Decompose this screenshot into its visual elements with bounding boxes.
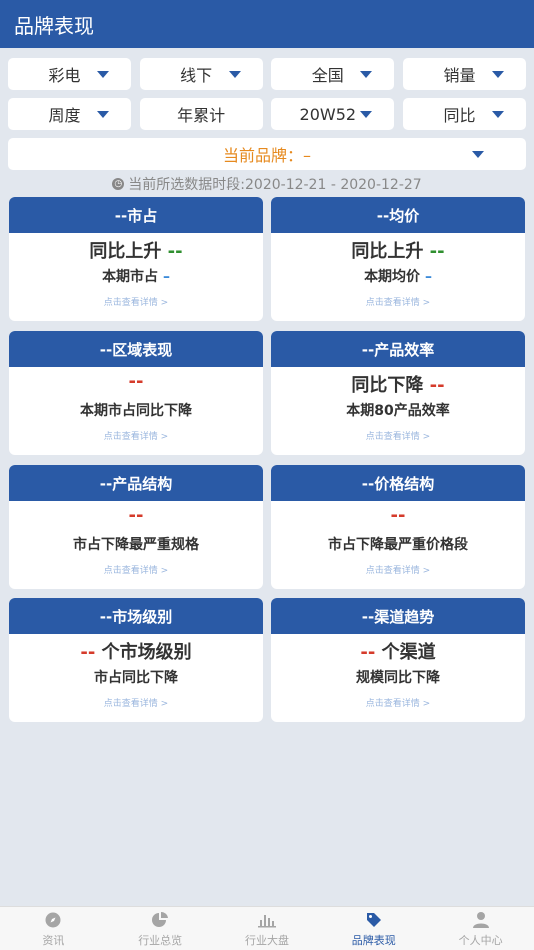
- metric-card[interactable]: --产品结构 -- 市占下降最严重规格点击查看详情 >: [9, 465, 263, 589]
- comparison-select[interactable]: 同比: [402, 98, 526, 130]
- card-headline: --: [128, 371, 144, 392]
- metric-card[interactable]: --价格结构 -- 市占下降最严重价格段点击查看详情 >: [271, 465, 525, 589]
- view-details-link[interactable]: 点击查看详情 >: [9, 563, 263, 576]
- period-info: ◷ 当前所选数据时段:2020-12-21 - 2020-12-27: [0, 174, 534, 194]
- card-title: --均价: [271, 197, 525, 233]
- card-headline: --: [390, 505, 406, 526]
- user-icon: [471, 910, 491, 930]
- card-subtitle: 本期市占同比下降: [80, 403, 192, 419]
- card-title: --产品结构: [9, 465, 263, 501]
- card-title: --渠道趋势: [271, 598, 525, 634]
- view-details-link[interactable]: 点击查看详情 >: [271, 563, 525, 576]
- tab-news[interactable]: 资讯: [0, 907, 107, 950]
- view-details-link[interactable]: 点击查看详情 >: [271, 429, 525, 442]
- dropdown-caret-icon: [491, 111, 504, 118]
- card-title: --区域表现: [9, 331, 263, 367]
- metric-select[interactable]: 销量: [402, 58, 526, 90]
- bottom-tab-bar: 资讯 行业总览 行业大盘 品牌表现 个人中心: [0, 906, 534, 950]
- metric-card[interactable]: --市占同比上升 -- 本期市占 – 点击查看详情 >: [9, 197, 263, 321]
- compass-icon: [43, 910, 63, 930]
- view-details-link[interactable]: 点击查看详情 >: [271, 295, 525, 308]
- metric-card[interactable]: --产品效率同比下降 -- 本期80产品效率点击查看详情 >: [271, 331, 525, 455]
- metric-card[interactable]: --区域表现 -- 本期市占同比下降点击查看详情 >: [9, 331, 263, 455]
- ytd-button[interactable]: 年累计: [139, 98, 263, 130]
- filter-panel: 彩电 线下 全国 销量 周度 年累计 20W52 同比: [8, 58, 526, 138]
- card-subtitle: 规模同比下降: [356, 670, 440, 686]
- card-title: --市占: [9, 197, 263, 233]
- metric-card[interactable]: --渠道趋势 -- 个渠道规模同比下降点击查看详情 >: [271, 598, 525, 722]
- card-headline: -- 个渠道: [360, 642, 436, 663]
- card-subtitle: 本期均价 –: [364, 269, 432, 285]
- card-subtitle: 市占下降最严重价格段: [328, 537, 468, 553]
- card-title: --价格结构: [271, 465, 525, 501]
- tab-personal-center[interactable]: 个人中心: [427, 907, 534, 950]
- channel-select[interactable]: 线下: [139, 58, 263, 90]
- tab-brand-performance[interactable]: 品牌表现: [320, 907, 427, 950]
- card-headline: 同比上升 --: [89, 241, 183, 262]
- view-details-link[interactable]: 点击查看详情 >: [9, 295, 263, 308]
- view-details-link[interactable]: 点击查看详情 >: [9, 429, 263, 442]
- bar-chart-icon: [257, 910, 277, 930]
- page-title: 品牌表现: [14, 13, 94, 38]
- period-type-select[interactable]: 周度: [8, 98, 131, 130]
- card-subtitle: 本期80产品效率: [346, 403, 450, 419]
- tag-icon: [364, 910, 384, 930]
- brand-select[interactable]: 当前品牌：–: [8, 138, 526, 170]
- tab-industry-overview[interactable]: 行业总览: [107, 907, 214, 950]
- card-title: --市场级别: [9, 598, 263, 634]
- metric-card[interactable]: --均价同比上升 -- 本期均价 – 点击查看详情 >: [271, 197, 525, 321]
- pie-chart-icon: [150, 910, 170, 930]
- card-subtitle: 本期市占 –: [102, 269, 170, 285]
- dropdown-caret-icon: [360, 111, 373, 118]
- view-details-link[interactable]: 点击查看详情 >: [271, 696, 525, 709]
- dropdown-caret-icon: [472, 151, 484, 158]
- app-header: 品牌表现: [0, 0, 534, 48]
- card-title: --产品效率: [271, 331, 525, 367]
- card-headline: --: [128, 505, 144, 526]
- brand-select-label: 当前品牌：–: [222, 146, 311, 165]
- view-details-link[interactable]: 点击查看详情 >: [9, 696, 263, 709]
- week-select[interactable]: 20W52: [271, 98, 395, 130]
- region-select[interactable]: 全国: [271, 58, 395, 90]
- dropdown-caret-icon: [491, 71, 504, 78]
- dropdown-caret-icon: [97, 111, 109, 118]
- dropdown-caret-icon: [228, 71, 241, 78]
- dropdown-caret-icon: [360, 71, 373, 78]
- card-subtitle: 市占同比下降: [94, 670, 178, 686]
- period-text: 当前所选数据时段:2020-12-21 - 2020-12-27: [128, 177, 422, 193]
- card-headline: 同比下降 --: [351, 375, 445, 396]
- card-headline: 同比上升 --: [351, 241, 445, 262]
- tab-industry-market[interactable]: 行业大盘: [214, 907, 321, 950]
- dropdown-caret-icon: [97, 71, 109, 78]
- clock-icon: ◷: [112, 178, 125, 190]
- card-headline: -- 个市场级别: [80, 642, 192, 663]
- card-subtitle: 市占下降最严重规格: [73, 537, 199, 553]
- category-select[interactable]: 彩电: [8, 58, 131, 90]
- metric-card[interactable]: --市场级别 -- 个市场级别市占同比下降点击查看详情 >: [9, 598, 263, 722]
